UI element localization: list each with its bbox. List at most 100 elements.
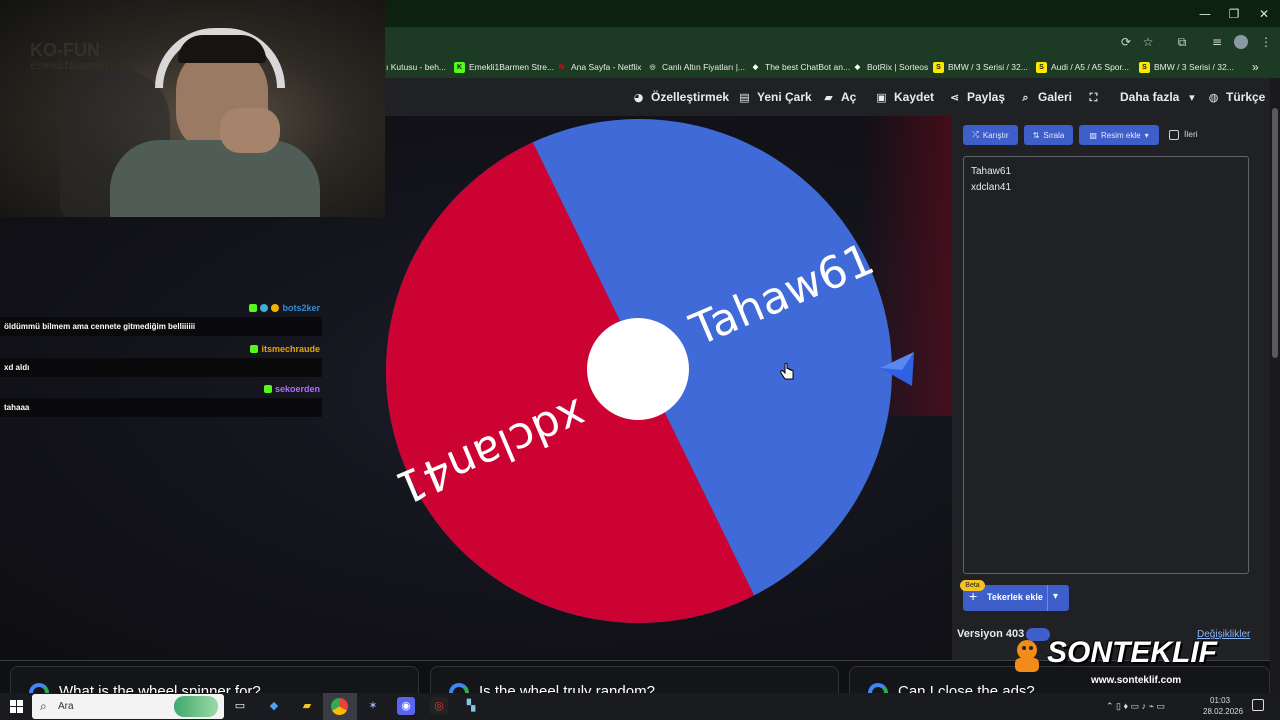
person-shirt [110, 140, 320, 217]
app-icon[interactable]: ▚ [462, 697, 480, 715]
stream-chat: bots2ker öldümmü bilmem ama cennete gitm… [0, 300, 324, 420]
kick-icon: K [454, 61, 465, 73]
tab-search-icon[interactable]: ≡ [1209, 34, 1225, 50]
bookmark-label: Emekli1Barmen Stre... [469, 62, 555, 72]
save-icon: ▣ [876, 90, 887, 104]
sonteklif-mascot-icon [1015, 640, 1039, 672]
add-image-button[interactable]: ▨ Resim ekle ▾ [1079, 125, 1159, 145]
chat-username-row: itsmechraude [250, 342, 320, 356]
webcam-overlay: KO-FUN Emekli1Barmen [0, 0, 385, 217]
chat-username: itsmechraude [261, 344, 320, 354]
save-button[interactable]: ▣ Kaydet [875, 78, 934, 116]
more-menu-button[interactable]: Daha fazla ▾ [1120, 78, 1198, 116]
app-icon[interactable]: ✶ [364, 697, 382, 715]
bookmark-item[interactable]: S BMW / 3 Serisi / 32... [1139, 56, 1234, 78]
shuffle-icon: ⤮ [972, 130, 979, 139]
bookmarks-overflow-button[interactable]: » [1252, 56, 1259, 78]
customize-label: Özelleştirmek [651, 90, 730, 104]
bookmark-label: Audi / A5 / A5 Spor... [1051, 62, 1129, 72]
fullscreen-icon: ⛶ [1089, 90, 1098, 104]
sort-icon: ⇅ [1032, 130, 1040, 140]
entries-textarea[interactable]: Tahaw61 xdclan41 [963, 156, 1249, 574]
language-button[interactable]: ◍ Türkçe [1207, 78, 1266, 116]
beta-badge: Beta [960, 580, 985, 591]
cam-background-logo: KO-FUN [30, 40, 100, 60]
split-divider [1047, 585, 1048, 611]
bookmark-label: BMW / 3 Serisi / 32... [948, 62, 1028, 72]
bookmark-item[interactable]: ◆ BotRix | Sorteos [852, 56, 928, 78]
chat-username-row: sekoerden [263, 382, 320, 396]
gallery-button[interactable]: ⌕ Galeri [1019, 78, 1072, 116]
person-hand [220, 108, 280, 153]
profile-avatar[interactable] [1234, 35, 1248, 49]
discord-icon[interactable]: ◉ [397, 697, 415, 715]
chat-message: tahaaa [0, 398, 322, 417]
search-icon: ⌕ [40, 699, 47, 713]
bookmark-item[interactable]: S Audi / A5 / A5 Spor... [1036, 56, 1129, 78]
bookmark-item[interactable]: S BMW / 3 Serisi / 32... [933, 56, 1028, 78]
search-highlight-image [174, 696, 218, 717]
taskbar-date: 28.02.2026 [1203, 707, 1244, 716]
sonteklif-overlay: SONTEKLIF www.sonteklif.com [1005, 632, 1255, 694]
bookmark-item[interactable]: ◎ Canlı Altın Fiyatları |... [647, 56, 745, 78]
bookmark-label: Canlı Altın Fiyatları |... [662, 62, 745, 72]
share-icon: ⋖ [949, 90, 960, 104]
sonteklif-logo-text: SONTEKLIF [1047, 636, 1217, 669]
bookmark-label: BMW / 3 Serisi / 32... [1154, 62, 1234, 72]
entry-line: Tahaw61 [971, 166, 1012, 177]
chat-username-row: bots2ker [249, 301, 320, 315]
chevron-down-icon: ▾ [1144, 130, 1149, 140]
app-icon[interactable]: ◆ [265, 697, 283, 715]
browser-menu-icon[interactable]: ⋮ [1258, 34, 1274, 50]
fullscreen-button[interactable]: ⛶ [1087, 78, 1100, 116]
bookmark-item[interactable]: ◆ The best ChatBot an... [750, 56, 850, 78]
sort-label: Sırala [1043, 130, 1065, 140]
chevron-down-icon[interactable]: ▾ [1053, 591, 1058, 602]
open-button[interactable]: ▰ Aç [822, 78, 856, 116]
bookmark-item[interactable]: ı Kutusu - beh... [386, 56, 446, 78]
folder-open-icon: ▰ [824, 90, 833, 104]
share-label: Paylaş [967, 90, 1006, 104]
diamond-icon: ◆ [752, 63, 759, 71]
chat-username: bots2ker [282, 303, 320, 313]
diamond-icon: ◆ [854, 63, 861, 71]
wheel-hub[interactable] [587, 318, 689, 420]
bookmark-star-icon[interactable]: ☆ [1140, 34, 1156, 50]
taskbar-search-box[interactable]: ⌕ Ara [32, 694, 224, 719]
obs-icon[interactable]: ◎ [430, 697, 448, 715]
sahibinden-icon: S [933, 61, 944, 73]
sort-button[interactable]: ⇅ Sırala [1024, 125, 1073, 145]
notification-icon[interactable] [1252, 699, 1264, 711]
document-icon: ▤ [739, 90, 750, 104]
minimize-button[interactable]: — [1192, 5, 1218, 23]
restore-button[interactable]: ❐ [1221, 5, 1247, 23]
search-placeholder: Ara [58, 701, 74, 712]
bookmark-item[interactable]: K Emekli1Barmen Stre... [454, 56, 554, 78]
advanced-label: İleri [1184, 129, 1198, 139]
cam-background-subtitle: Emekli1Barmen [30, 60, 108, 72]
bookmark-item[interactable]: N Ana Sayfa - Netflix [556, 56, 641, 78]
chevron-down-icon: ▾ [1189, 90, 1195, 104]
scrollbar-thumb[interactable] [1272, 108, 1278, 358]
shuffle-label: Karıştır [982, 130, 1009, 140]
new-wheel-button[interactable]: ▤ Yeni Çark [738, 78, 811, 116]
shuffle-button[interactable]: ⤮ Karıştır [963, 125, 1018, 145]
extensions-icon[interactable]: ⧉ [1174, 34, 1190, 50]
share-button[interactable]: ⋖ Paylaş [948, 78, 1005, 116]
search-icon: ⌕ [1022, 90, 1029, 104]
file-explorer-icon[interactable]: ▰ [298, 697, 316, 715]
bookmark-label: BotRix | Sorteos [867, 62, 929, 72]
task-view-icon[interactable]: ▭ [231, 697, 249, 715]
person-hair [178, 35, 266, 63]
chat-username: sekoerden [274, 384, 320, 394]
windows-start-icon[interactable] [10, 700, 23, 713]
hand-cursor-icon [780, 363, 794, 380]
more-label: Daha fazla [1120, 90, 1180, 104]
customize-button[interactable]: ◕ Özelleştirmek [632, 78, 729, 116]
spinner-wheel[interactable]: Tahaw61 xdclan41 [384, 116, 894, 626]
advanced-checkbox[interactable] [1169, 130, 1179, 140]
system-tray-icons[interactable]: ⌃ ▯ ♦ ▭ ♪ ⌁ ▭ [1106, 701, 1165, 712]
translate-icon[interactable]: ⟳ [1118, 34, 1134, 50]
bookmark-label: ı Kutusu - beh... [386, 62, 447, 72]
close-window-button[interactable]: ✕ [1251, 5, 1277, 23]
